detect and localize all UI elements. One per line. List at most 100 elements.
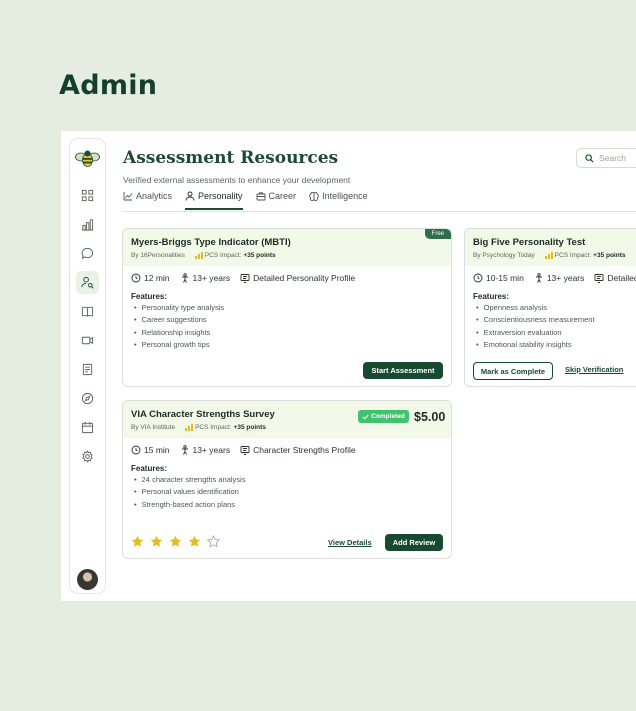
- nav-settings[interactable]: [76, 445, 99, 468]
- impact-bars-icon: [185, 424, 194, 431]
- card-provider: By VIA Institute PCS Impact: +35 points: [131, 424, 266, 431]
- page-title: Assessment Resources: [123, 148, 339, 168]
- profile-type: Detailed Pe: [607, 273, 636, 283]
- list-item: Relationship insights: [134, 328, 224, 340]
- book-icon: [81, 306, 94, 317]
- star-filled-icon[interactable]: [169, 535, 182, 548]
- pcs-impact: PCS Impact: +35 points: [544, 252, 626, 259]
- assessment-card-via: VIA Character Strengths Survey By VIA In…: [122, 400, 452, 559]
- age-range: 13+ years: [192, 445, 231, 455]
- chat-icon: [81, 247, 94, 260]
- brain-icon: [309, 191, 319, 201]
- bee-logo-icon: [75, 150, 100, 167]
- tab-label: Personality: [198, 191, 243, 201]
- tab-analytics[interactable]: Analytics: [123, 191, 172, 210]
- features-list: Openness analysis Conscientiousness meas…: [476, 303, 595, 352]
- search-input[interactable]: Search: [576, 148, 636, 168]
- price: $5.00: [414, 410, 446, 424]
- list-item: Personal growth tips: [134, 340, 224, 352]
- nav-dashboard[interactable]: [76, 184, 99, 207]
- star-filled-icon[interactable]: [131, 535, 144, 548]
- list-item: Personal values identification: [134, 487, 245, 499]
- tab-personality[interactable]: Personality: [185, 191, 243, 210]
- user-icon: [185, 191, 195, 201]
- tab-career[interactable]: Career: [256, 191, 296, 210]
- skip-verification-link[interactable]: Skip Verification: [565, 365, 623, 374]
- features-heading: Features:: [131, 464, 168, 473]
- impact-bars-icon: [544, 252, 553, 259]
- features-list: Personality type analysis Career suggest…: [134, 303, 225, 352]
- star-filled-icon[interactable]: [150, 535, 163, 548]
- pcs-value: +35 points: [233, 424, 266, 431]
- start-assessment-button[interactable]: Start Assessment: [363, 362, 443, 379]
- assessment-card-mbti: Free Myers-Briggs Type Indicator (MBTI) …: [122, 228, 452, 387]
- profile-type: Detailed Personality Profile: [253, 273, 356, 283]
- video-icon: [81, 336, 94, 345]
- duration: 15 min: [144, 445, 170, 455]
- features-list: 24 character strengths analysis Personal…: [134, 475, 246, 512]
- features-heading: Features:: [473, 292, 510, 301]
- bar-chart-icon: [81, 219, 94, 231]
- nav-calendar[interactable]: [76, 416, 99, 439]
- nav-videos[interactable]: [76, 329, 99, 352]
- user-search-icon: [81, 276, 94, 289]
- chart-icon: [123, 192, 133, 201]
- settings-icon: [82, 450, 93, 463]
- profile-type: Character Strengths Profile: [253, 445, 356, 455]
- tab-intelligence[interactable]: Intelligence: [309, 191, 368, 210]
- nav-assessments[interactable]: [76, 271, 99, 294]
- nav-messages[interactable]: [76, 242, 99, 265]
- mark-complete-button[interactable]: Mark as Complete: [473, 362, 553, 380]
- provider-name: By 16Personalities: [131, 252, 185, 259]
- tab-label: Analytics: [136, 191, 173, 201]
- age-range: 13+ years: [192, 273, 231, 283]
- age-range: 13+ years: [546, 273, 585, 283]
- pcs-value: +35 points: [593, 252, 626, 259]
- nav-documents[interactable]: [76, 358, 99, 381]
- sidebar: [69, 138, 106, 594]
- star-filled-icon[interactable]: [188, 535, 201, 548]
- list-item: 24 character strengths analysis: [134, 475, 246, 487]
- card-title: Big Five Personality Test: [473, 237, 586, 248]
- pcs-label: PCS Impact:: [204, 252, 242, 259]
- search-placeholder: Search: [599, 153, 626, 163]
- pcs-impact: PCS Impact: +35 points: [185, 424, 266, 431]
- list-item: Extraversion evaluation: [476, 328, 595, 340]
- compass-icon: [81, 392, 94, 405]
- category-tabs: Analytics Personality Career Intelligenc…: [123, 191, 636, 212]
- tab-label: Intelligence: [322, 191, 368, 201]
- report-icon: [240, 274, 250, 283]
- assessment-card-big-five: Big Five Personality Test By Psychology …: [464, 228, 636, 387]
- report-icon: [240, 446, 250, 455]
- grid-icon: [81, 189, 94, 202]
- provider-name: By Psychology Today: [473, 252, 535, 259]
- report-icon: [594, 274, 604, 283]
- list-item: Openness analysis: [476, 303, 595, 315]
- document-icon: [82, 363, 93, 376]
- clock-icon: [131, 273, 141, 283]
- nav-library[interactable]: [76, 300, 99, 323]
- duration: 12 min: [144, 273, 170, 283]
- list-item: Strength-based action plans: [134, 500, 245, 512]
- clock-icon: [473, 273, 483, 283]
- star-rating[interactable]: [131, 535, 220, 548]
- card-provider: By 16Personalities PCS Impact: +35 point…: [131, 252, 276, 259]
- person-icon: [181, 445, 188, 455]
- search-icon: [585, 153, 594, 163]
- card-provider: By Psychology Today PCS Impact: +35 poin…: [473, 252, 626, 259]
- nav-explore[interactable]: [76, 387, 99, 410]
- list-item: Conscientiousness measurement: [476, 315, 595, 327]
- list-item: Personality type analysis: [134, 303, 225, 315]
- check-icon: [362, 414, 369, 420]
- nav-analytics[interactable]: [76, 213, 99, 236]
- features-heading: Features:: [131, 292, 168, 301]
- free-badge: Free: [424, 229, 451, 239]
- star-empty-icon[interactable]: [207, 535, 220, 548]
- page-subtitle: Verified external assessments to enhance…: [123, 175, 351, 185]
- add-review-button[interactable]: Add Review: [385, 534, 443, 551]
- card-title: Myers-Briggs Type Indicator (MBTI): [131, 237, 291, 248]
- user-avatar[interactable]: [77, 569, 98, 590]
- person-icon: [181, 273, 188, 283]
- view-details-link[interactable]: View Details: [328, 538, 372, 547]
- card-meta: 10-15 min 13+ years Detailed Pe: [473, 273, 636, 283]
